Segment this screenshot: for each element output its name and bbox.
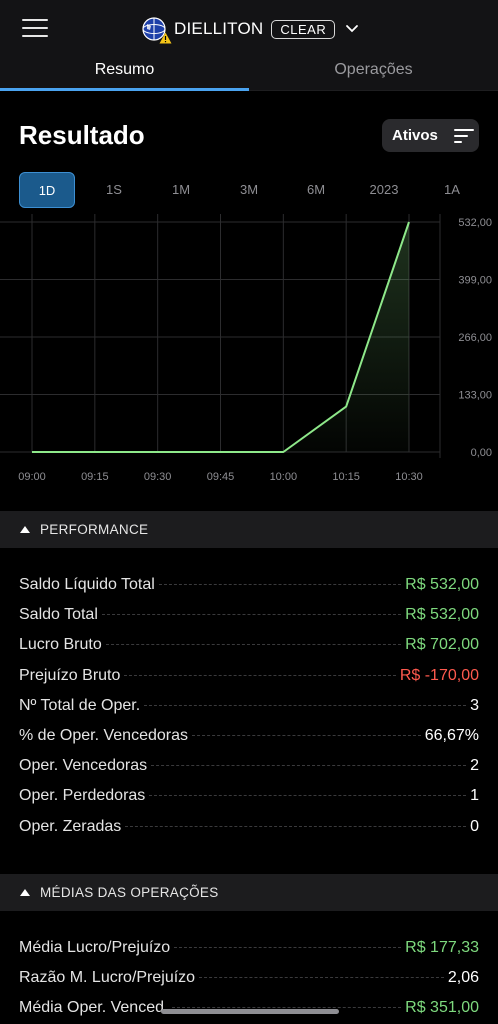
medias-row-label: Média Lucro/Prejuízo: [19, 939, 171, 956]
performance-title: PERFORMANCE: [40, 522, 149, 537]
top-bar: DIELLITON CLEAR: [0, 0, 498, 56]
medias-section-header[interactable]: MÉDIAS DAS OPERAÇÕES: [0, 874, 498, 911]
medias-title: MÉDIAS DAS OPERAÇÕES: [40, 885, 219, 900]
chevron-down-icon[interactable]: [345, 24, 359, 34]
medias-row-value: R$ 351,00: [405, 999, 479, 1016]
performance-row-value: 66,67%: [424, 727, 479, 744]
chart-y-tick-label: 0,00: [471, 447, 492, 459]
performance-row: Nº Total de Oper. 3: [19, 697, 479, 721]
result-line-chart[interactable]: 532,00 399,00 266,00 133,00 0,00 09:00 09:15 09…: [0, 214, 498, 494]
performance-row-label: Oper. Perdedoras: [19, 787, 146, 805]
chart-x-tick-label: 09:00: [18, 471, 46, 483]
filter-lines-icon: [453, 128, 474, 143]
period-3m[interactable]: 3M: [221, 172, 277, 208]
dotted-leader: [125, 825, 467, 827]
account-selector[interactable]: DIELLITON CLEAR: [142, 14, 359, 44]
performance-row-label: Oper. Zeradas: [19, 817, 122, 835]
performance-row: Oper. Vencedoras 2: [19, 757, 479, 781]
home-indicator[interactable]: [161, 1009, 339, 1014]
chart-y-tick-label: 133,00: [458, 390, 492, 402]
period-1a[interactable]: 1A: [424, 172, 480, 208]
performance-row-label: Saldo Líquido Total: [19, 576, 155, 593]
dotted-leader: [172, 1007, 402, 1008]
chart-y-tick-label: 266,00: [458, 332, 492, 344]
performance-row-value: R$ -170,00: [399, 666, 479, 684]
performance-row-label: Prejuízo Bruto: [19, 666, 121, 684]
chart-x-tick-label: 09:15: [81, 471, 109, 483]
performance-row-value: R$ 532,00: [405, 606, 479, 624]
tab-operacoes[interactable]: Operações: [249, 56, 498, 91]
chart-x-tick-label: 10:30: [395, 471, 423, 483]
tab-resumo[interactable]: Resumo: [0, 56, 249, 91]
chart-x-tick-label: 09:30: [144, 471, 172, 483]
dotted-leader: [151, 765, 467, 767]
dotted-leader: [158, 584, 402, 585]
performance-row-value: 0: [470, 817, 479, 835]
performance-row-value: 3: [470, 696, 479, 714]
performance-row: Saldo Total R$ 532,00: [19, 606, 479, 630]
performance-row-value: 2: [470, 757, 479, 775]
dotted-leader: [144, 704, 467, 706]
main-tabs: Resumo Operações: [0, 56, 498, 91]
performance-row-value: 1: [470, 787, 479, 805]
period-1m[interactable]: 1M: [153, 172, 209, 208]
globe-avatar-icon: [142, 17, 172, 44]
performance-row: Lucro Bruto R$ 702,00: [19, 636, 479, 660]
dotted-leader: [199, 977, 444, 978]
ativos-label: Ativos: [392, 127, 438, 144]
performance-row-value: R$ 532,00: [405, 576, 479, 593]
medias-row: Média Lucro/Prejuízo R$ 177,33: [19, 939, 479, 963]
performance-section-header[interactable]: PERFORMANCE: [0, 511, 498, 548]
ativos-filter-button[interactable]: Ativos: [382, 119, 479, 152]
collapse-triangle-icon: [20, 526, 30, 533]
medias-row: Razão M. Lucro/Prejuízo 2,06: [19, 969, 479, 993]
dotted-leader: [149, 795, 467, 797]
active-tab-indicator: [0, 88, 249, 91]
performance-row: Oper. Zeradas 0: [19, 818, 479, 842]
performance-row-value: R$ 702,00: [405, 636, 479, 654]
chart-x-tick-label: 09:45: [207, 471, 235, 483]
period-selector: 1D 1S 1M 3M 6M 2023 1A: [0, 172, 498, 208]
period-1d[interactable]: 1D: [19, 172, 75, 208]
page-title: Resultado: [19, 120, 145, 150]
performance-row: Saldo Líquido Total R$ 532,00: [19, 576, 479, 600]
performance-row: % de Oper. Vencedoras 66,67%: [19, 727, 479, 751]
chart-x-tick-label: 10:00: [270, 471, 298, 483]
performance-row: Prejuízo Bruto R$ -170,00: [19, 667, 479, 691]
performance-row-label: Oper. Vencedoras: [19, 757, 148, 775]
performance-row-label: % de Oper. Vencedoras: [19, 727, 188, 744]
period-6m[interactable]: 6M: [288, 172, 344, 208]
broker-badge: CLEAR: [271, 19, 336, 39]
performance-row: Oper. Perdedoras 1: [19, 787, 479, 811]
dotted-leader: [124, 674, 396, 676]
period-1s[interactable]: 1S: [86, 172, 142, 208]
hamburger-icon[interactable]: [22, 17, 50, 39]
performance-row-label: Nº Total de Oper.: [19, 696, 141, 714]
warning-icon: [159, 32, 172, 44]
collapse-triangle-icon: [20, 889, 30, 896]
performance-row-label: Saldo Total: [19, 606, 98, 624]
chart-y-tick-label: 399,00: [458, 275, 492, 287]
medias-row-label: Média Oper. Venced.: [19, 999, 169, 1016]
account-name: DIELLITON: [174, 19, 264, 38]
dotted-leader: [174, 947, 402, 948]
performance-row-label: Lucro Bruto: [19, 636, 102, 654]
period-2023[interactable]: 2023: [356, 172, 412, 208]
medias-row-value: 2,06: [447, 969, 479, 986]
dotted-leader: [192, 735, 421, 736]
dotted-leader: [105, 644, 402, 646]
medias-row-value: R$ 177,33: [405, 939, 479, 956]
dotted-leader: [101, 614, 402, 616]
chart-y-tick-label: 532,00: [458, 217, 492, 229]
chart-x-tick-label: 10:15: [332, 471, 360, 483]
medias-row-label: Razão M. Lucro/Prejuízo: [19, 969, 196, 986]
